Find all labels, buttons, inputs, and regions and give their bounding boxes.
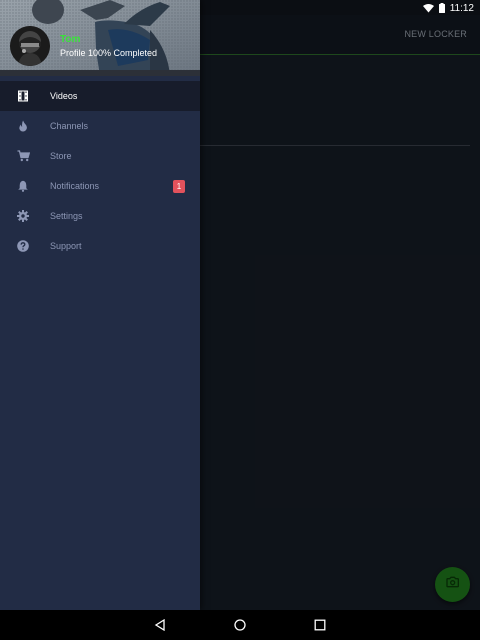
film-icon — [16, 89, 30, 103]
user-avatar[interactable] — [10, 26, 50, 66]
menu-label-support: Support — [50, 241, 82, 251]
menu-item-notifications[interactable]: Notifications 1 — [0, 171, 200, 201]
drawer-header: Tom Profile 100% Completed — [0, 0, 200, 76]
profile-status: Profile 100% Completed — [60, 48, 158, 58]
fire-icon — [16, 119, 30, 133]
menu-item-store[interactable]: Store — [0, 141, 200, 171]
cart-icon — [16, 149, 30, 163]
system-nav-bar — [0, 610, 480, 640]
menu-item-videos[interactable]: Videos — [0, 81, 200, 111]
bell-icon — [16, 179, 30, 193]
user-name: Tom — [60, 34, 81, 45]
drawer-menu: Videos Channels Store Notifications 1 Se… — [0, 81, 200, 261]
menu-label-videos: Videos — [50, 91, 78, 101]
menu-label-settings: Settings — [50, 211, 83, 221]
menu-label-notifications: Notifications — [50, 181, 100, 191]
gear-icon — [16, 209, 30, 223]
menu-label-store: Store — [50, 151, 72, 161]
drawer-scrim[interactable] — [200, 15, 480, 610]
navigation-drawer: Tom Profile 100% Completed Videos Channe… — [0, 0, 200, 610]
recents-icon[interactable] — [313, 618, 327, 632]
menu-item-channels[interactable]: Channels — [0, 111, 200, 141]
menu-item-settings[interactable]: Settings — [0, 201, 200, 231]
status-time: 11:12 — [449, 2, 474, 14]
notifications-badge: 1 — [173, 180, 185, 193]
menu-label-channels: Channels — [50, 121, 89, 131]
battery-icon — [438, 3, 445, 13]
wifi-icon — [422, 3, 434, 13]
home-icon[interactable] — [233, 618, 247, 632]
menu-item-support[interactable]: Support — [0, 231, 200, 261]
back-icon[interactable] — [153, 618, 167, 632]
help-icon — [16, 239, 30, 253]
